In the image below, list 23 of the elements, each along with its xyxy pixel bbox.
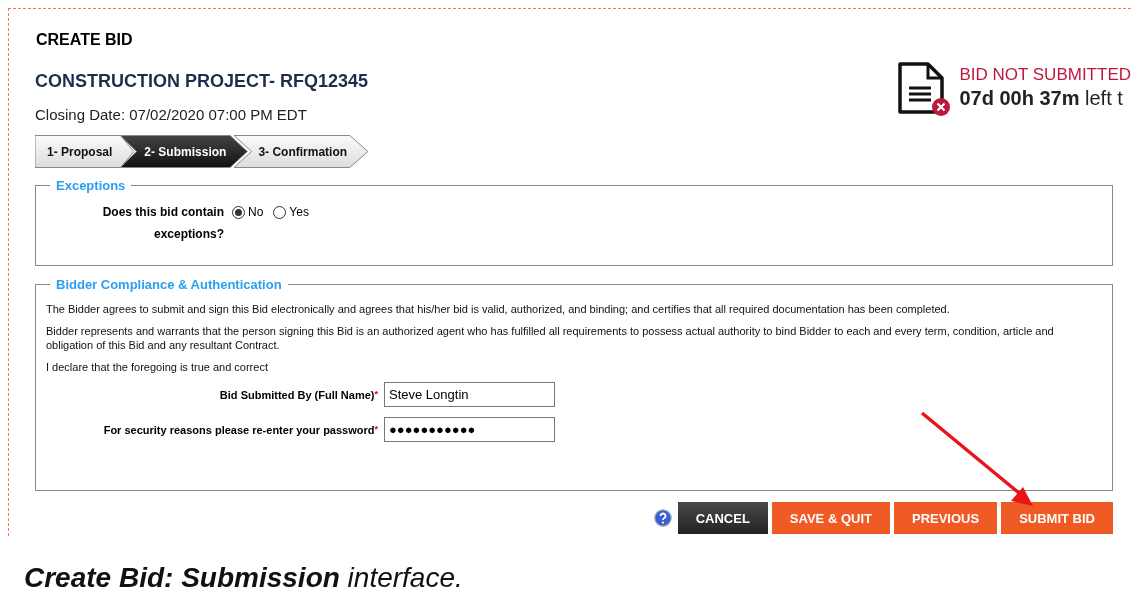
page-title: CREATE BID [35,31,134,49]
question-label: Does this bid contain exceptions? [101,204,224,243]
step-tab[interactable]: 1- Proposal [35,135,135,168]
action-button[interactable]: CANCEL [677,502,768,534]
bid-status: BID NOT SUBMITTED [959,65,1131,85]
time-left: 07d 00h 37m left t [959,87,1124,110]
radio-option[interactable]: No [232,201,264,223]
caption: Create Bid: Submission interface. [24,562,463,594]
section-legend: Exceptions [50,178,132,193]
project-title: CONSTRUCTION PROJECT- RFQ12345 [35,71,369,92]
field-label: For security reasons please re-enter your password* [102,423,379,436]
help-icon[interactable] [653,509,672,527]
statement-text: I declare that the foregoing is true and correct [46,360,269,374]
input-field[interactable]: Steve Longtin [384,382,555,407]
closing-date: Closing Date: 07/02/2020 07:00 PM EDT [35,106,308,123]
statement-text: Bidder represents and warrants that the person signing this Bid is an authorized agent who has fulfilled all requirements to possess actual authority to bind Bidder to each and every term, condition, article and obligation of this Bid and any resultant Contract. [46,324,1055,352]
input-field[interactable]: ●●●●●●●●●●● [384,417,555,442]
statement-text: The Bidder agrees to submit and sign this Bid electronically and agrees that his/her bid is valid, authorized, and binding; and certifies that all required documentation has been completed. [46,302,951,316]
step-tab[interactable]: 3- Confirmation [234,135,370,168]
document-error-icon [897,61,952,117]
section-legend: Bidder Compliance & Authentication [50,277,288,292]
field-label: Bid Submitted By (Full Name)* [218,388,379,401]
radio-option[interactable]: Yes [273,201,309,223]
